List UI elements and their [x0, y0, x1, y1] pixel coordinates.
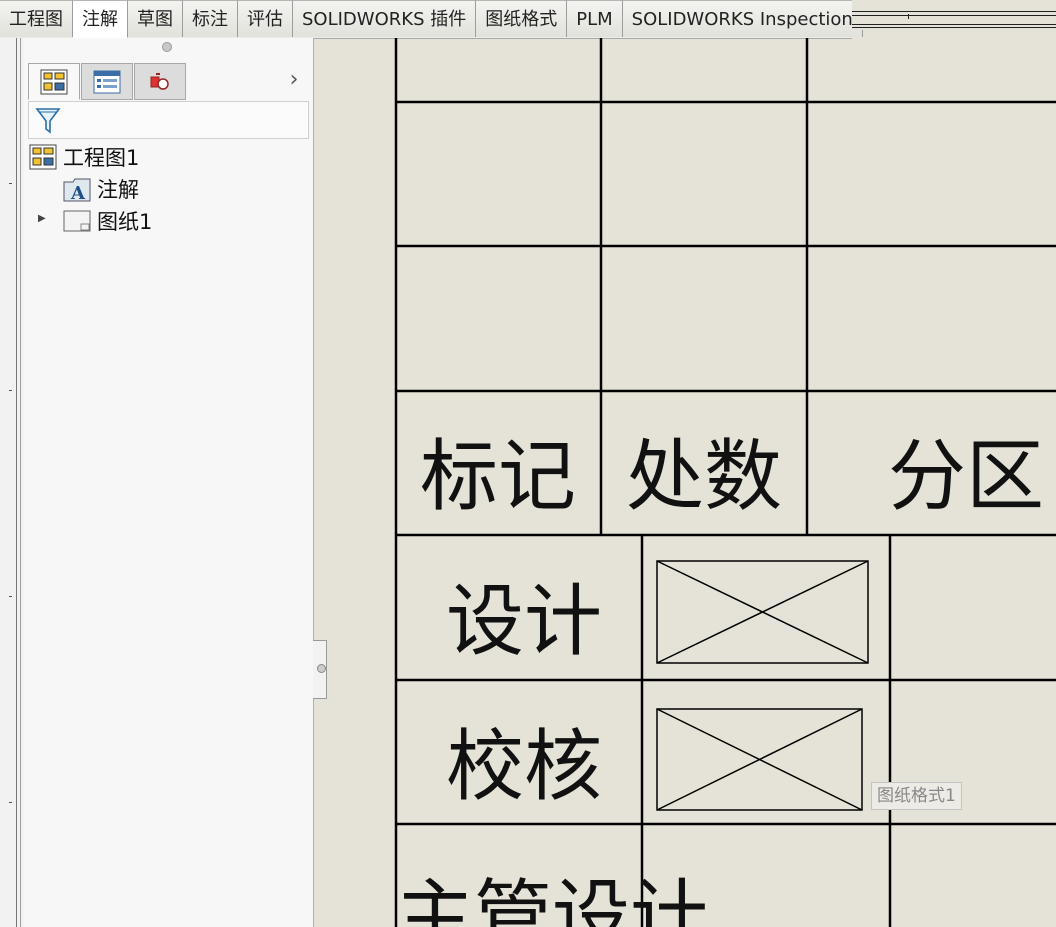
title-cell-chief-design: 主管设计 [396, 872, 708, 927]
tree-filter-bar[interactable] [28, 101, 309, 139]
left-ruler [0, 38, 25, 927]
tab-3[interactable]: 标注 [183, 0, 238, 37]
configurationmanager-tab[interactable] [134, 63, 186, 100]
tab-2[interactable]: 草图 [128, 0, 183, 37]
feature-tree-icon [40, 69, 68, 94]
tree-item-label: 图纸1 [97, 210, 153, 234]
filter-icon [35, 108, 61, 134]
tab-4[interactable]: 评估 [238, 0, 293, 37]
property-list-icon [93, 70, 121, 93]
tree-root-label: 工程图1 [63, 146, 140, 170]
annotations-folder-icon: A [63, 178, 91, 202]
drawing-icon [29, 144, 57, 170]
configuration-icon [150, 72, 169, 90]
tab-0[interactable]: 工程图 [0, 0, 73, 37]
chevron-right-icon[interactable]: › [284, 68, 304, 92]
tree-root-drawing[interactable]: 工程图1 [29, 142, 139, 172]
tree-item-label: 注解 [97, 178, 139, 202]
propertymanager-tab[interactable] [81, 63, 133, 100]
tab-7[interactable]: PLM [567, 0, 623, 37]
panel-tab-strip [28, 63, 187, 100]
title-cell-mark: 标记 [420, 432, 576, 522]
tree-item-sheet[interactable]: 图纸1 [63, 206, 152, 236]
title-cell-zone: 分区 [888, 432, 1044, 522]
svg-text:A: A [70, 183, 86, 202]
tab-5[interactable]: SOLIDWORKS 插件 [293, 0, 477, 37]
command-manager-tabs: 工程图 注解 草图 标注 评估 SOLIDWORKS 插件 图纸格式 PLM SOLIDWORK… [0, 0, 863, 39]
featuremanager-tab[interactable] [28, 63, 80, 100]
sheet-icon [63, 210, 91, 232]
panel-grip-handle[interactable] [162, 42, 172, 52]
tab-6[interactable]: 图纸格式 [476, 0, 568, 37]
sheet-format-tooltip: 图纸格式1 [871, 782, 962, 810]
tree-item-annotations[interactable]: A 注解 [63, 174, 139, 204]
tabbar-filler [852, 0, 1056, 30]
title-cell-design: 设计 [446, 577, 602, 667]
expand-triangle-icon[interactable]: ▶ [38, 213, 46, 224]
tab-1[interactable]: 注解 [73, 0, 128, 38]
tab-8[interactable]: SOLIDWORKS Inspection [622, 0, 863, 37]
featuremanager-panel: › 工程图1 A 注解 ▶ 图纸1 [24, 38, 314, 927]
title-cell-count: 处数 [626, 432, 782, 522]
title-cell-check: 校核 [446, 722, 602, 812]
